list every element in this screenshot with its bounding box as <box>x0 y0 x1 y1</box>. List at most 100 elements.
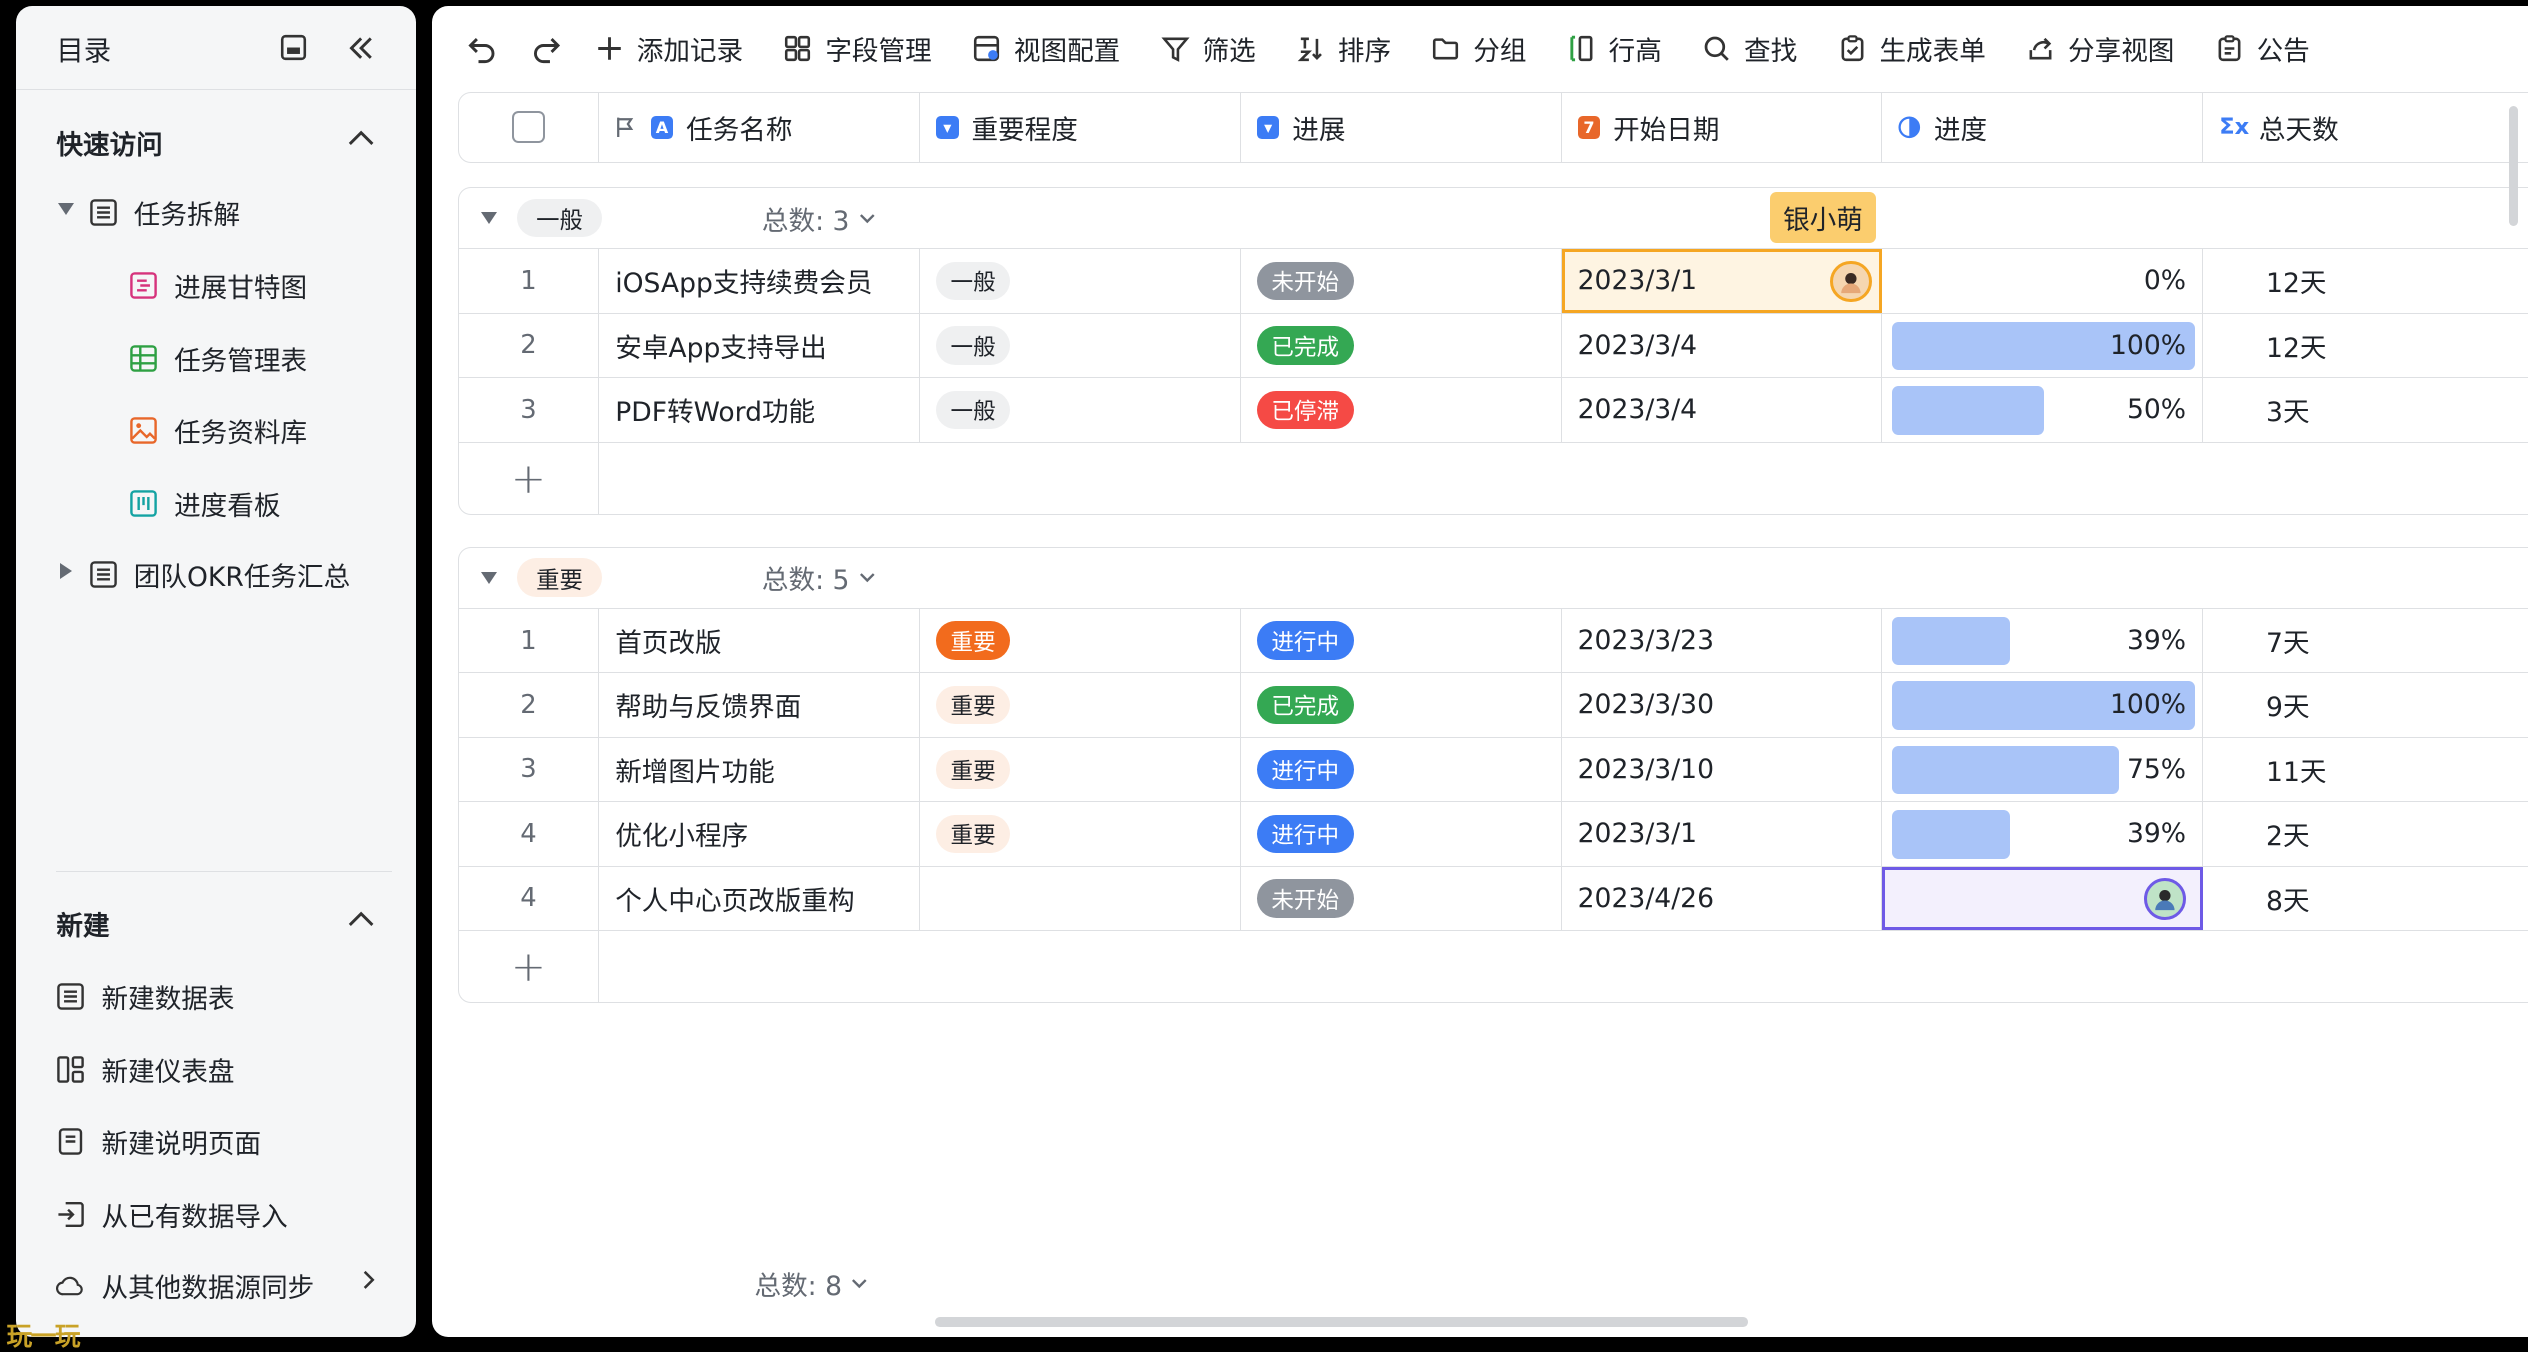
start-date-cell[interactable]: 2023/3/10 <box>1562 737 1883 802</box>
total-days-cell[interactable]: 2天 <box>2203 802 2525 865</box>
collapse-sidebar-icon[interactable] <box>345 32 377 64</box>
vertical-scrollbar[interactable] <box>2508 106 2519 226</box>
status-cell[interactable]: 已完成 <box>1241 313 1562 378</box>
total-count[interactable]: 总数: 8 <box>755 1264 872 1303</box>
filter-button[interactable]: 筛选 <box>1159 29 1256 68</box>
chevron-up-icon[interactable] <box>345 904 377 936</box>
progress-cell[interactable]: 39% <box>1882 802 2204 866</box>
task-name-cell[interactable]: 帮助与反馈界面 <box>599 673 920 737</box>
redo-icon[interactable] <box>529 31 564 66</box>
task-name-cell[interactable]: iOSApp支持续费会员 <box>599 249 920 313</box>
add-row-plus-icon[interactable]: + <box>459 931 600 1003</box>
search-button[interactable]: 查找 <box>1701 29 1797 68</box>
start-date-cell[interactable]: 2023/3/23 <box>1562 608 1883 673</box>
progress-cell[interactable]: 0% <box>1882 249 2204 313</box>
sort-button[interactable]: 排序 <box>1294 29 1391 68</box>
table-row[interactable]: 2 安卓App支持导出 一般 已完成 2023/3/4 100% 12天 <box>458 313 2528 379</box>
select-all-checkbox[interactable] <box>512 111 545 144</box>
task-name-cell[interactable]: 新增图片功能 <box>599 737 920 802</box>
add-row[interactable]: + <box>459 931 2528 1003</box>
sidebar-item-task-table[interactable]: 任务管理表 <box>129 339 307 378</box>
new-dashboard-item[interactable]: 新建仪表盘 <box>56 1050 235 1089</box>
column-header-start-date[interactable]: 7 开始日期 <box>1562 92 1883 162</box>
column-header-status[interactable]: ▾ 进展 <box>1241 92 1562 162</box>
table-row[interactable]: 4 个人中心页改版重构 未开始 2023/4/26 8天 <box>458 866 2528 932</box>
status-cell[interactable]: 已完成 <box>1241 673 1562 737</box>
task-name-cell[interactable]: 优化小程序 <box>599 802 920 866</box>
progress-cell[interactable]: 100% <box>1882 313 2204 378</box>
total-days-cell[interactable]: 7天 <box>2203 609 2525 672</box>
total-days-cell[interactable]: 9天 <box>2203 673 2525 736</box>
column-header-importance[interactable]: ▾ 重要程度 <box>920 92 1241 162</box>
announcement-button[interactable]: 公告 <box>2213 29 2310 68</box>
undo-icon[interactable] <box>464 31 499 66</box>
progress-cell[interactable]: 39% <box>1882 608 2204 673</box>
share-view-button[interactable]: 分享视图 <box>2025 29 2174 68</box>
sync-item[interactable]: 从其他数据源同步 <box>56 1266 314 1305</box>
total-days-cell[interactable]: 8天 <box>2203 867 2525 930</box>
group-header[interactable]: 一般 总数: 3 <box>458 188 2528 250</box>
sidebar-item-library[interactable]: 任务资料库 <box>129 411 307 450</box>
table-row[interactable]: 3 PDF转Word功能 一般 已停滞 2023/3/4 50% 3天 <box>458 378 2528 443</box>
chevron-right-icon[interactable] <box>355 1267 381 1293</box>
importance-cell[interactable]: 重要 <box>920 737 1241 802</box>
row-height-button[interactable]: 行高 <box>1565 29 1662 68</box>
start-date-cell[interactable]: 2023/4/26 <box>1562 866 1883 931</box>
task-name-cell[interactable]: 安卓App支持导出 <box>599 313 920 378</box>
status-cell[interactable]: 进行中 <box>1241 802 1562 866</box>
import-item[interactable]: 从已有数据导入 <box>56 1195 288 1234</box>
status-cell[interactable]: 未开始 <box>1241 249 1562 313</box>
new-doc-item[interactable]: 新建说明页面 <box>56 1122 261 1161</box>
group-button[interactable]: 分组 <box>1430 29 1526 68</box>
total-days-cell[interactable]: 3天 <box>2203 378 2525 441</box>
group-collapse-icon[interactable] <box>481 571 498 585</box>
add-row[interactable]: + <box>459 442 2528 514</box>
start-date-cell[interactable]: 2023/3/1 <box>1562 802 1883 866</box>
task-name-cell[interactable]: 个人中心页改版重构 <box>599 866 920 931</box>
importance-cell[interactable] <box>920 866 1241 931</box>
sidebar-item-task-breakdown[interactable]: 任务拆解 <box>89 193 240 232</box>
start-date-cell[interactable]: 2023/3/4 <box>1562 313 1883 378</box>
total-days-cell[interactable]: 12天 <box>2203 249 2525 312</box>
importance-cell[interactable]: 重要 <box>920 673 1241 737</box>
expand-triangle-icon[interactable] <box>58 203 75 216</box>
status-cell[interactable]: 进行中 <box>1241 608 1562 673</box>
importance-cell[interactable]: 一般 <box>920 378 1241 442</box>
progress-cell[interactable]: 100% <box>1882 673 2204 737</box>
group-header[interactable]: 重要 总数: 5 <box>458 548 2528 609</box>
progress-cell[interactable] <box>1882 866 2204 931</box>
group-count[interactable]: 总数: 5 <box>762 558 879 597</box>
progress-cell[interactable]: 50% <box>1882 378 2204 442</box>
table-row[interactable]: 2 帮助与反馈界面 重要 已完成 2023/3/30 100% 9天 <box>458 673 2528 738</box>
collapsed-triangle-icon[interactable] <box>59 562 73 579</box>
horizontal-scrollbar[interactable] <box>935 1317 1748 1327</box>
add-record-button[interactable]: 添加记录 <box>593 29 743 68</box>
group-count[interactable]: 总数: 3 <box>762 199 879 238</box>
importance-cell[interactable]: 重要 <box>920 802 1241 866</box>
start-date-cell[interactable]: 2023/3/30 <box>1562 673 1883 737</box>
importance-cell[interactable]: 重要 <box>920 608 1241 673</box>
task-name-cell[interactable]: 首页改版 <box>599 608 920 673</box>
view-config-button[interactable]: 视图配置 <box>970 29 1120 68</box>
layout-icon[interactable] <box>277 32 309 64</box>
total-days-cell[interactable]: 11天 <box>2203 738 2525 801</box>
status-cell[interactable]: 进行中 <box>1241 737 1562 802</box>
column-header-total-days[interactable]: Σx 总天数 <box>2203 93 2525 162</box>
table-row[interactable]: 4 优化小程序 重要 进行中 2023/3/1 39% 2天 <box>458 802 2528 867</box>
field-manage-button[interactable]: 字段管理 <box>782 29 932 68</box>
start-date-cell[interactable]: 2023/3/1 <box>1561 249 1883 313</box>
new-section-title[interactable]: 新建 <box>56 904 109 943</box>
status-cell[interactable]: 未开始 <box>1241 866 1562 931</box>
total-days-cell[interactable]: 12天 <box>2203 314 2525 377</box>
add-row-plus-icon[interactable]: + <box>459 442 600 514</box>
start-date-cell[interactable]: 2023/3/4 <box>1562 378 1883 442</box>
importance-cell[interactable]: 一般 <box>920 249 1241 313</box>
sidebar-item-kanban[interactable]: 进度看板 <box>129 484 280 523</box>
table-row[interactable]: 1 首页改版 重要 进行中 2023/3/23 39% 7天 <box>458 608 2528 674</box>
status-cell[interactable]: 已停滞 <box>1241 378 1562 442</box>
column-header-progress[interactable]: 进度 <box>1882 92 2204 162</box>
group-collapse-icon[interactable] <box>481 212 498 225</box>
quick-access-title[interactable]: 快速访问 <box>56 123 162 162</box>
task-name-cell[interactable]: PDF转Word功能 <box>599 378 920 442</box>
importance-cell[interactable]: 一般 <box>920 313 1241 378</box>
